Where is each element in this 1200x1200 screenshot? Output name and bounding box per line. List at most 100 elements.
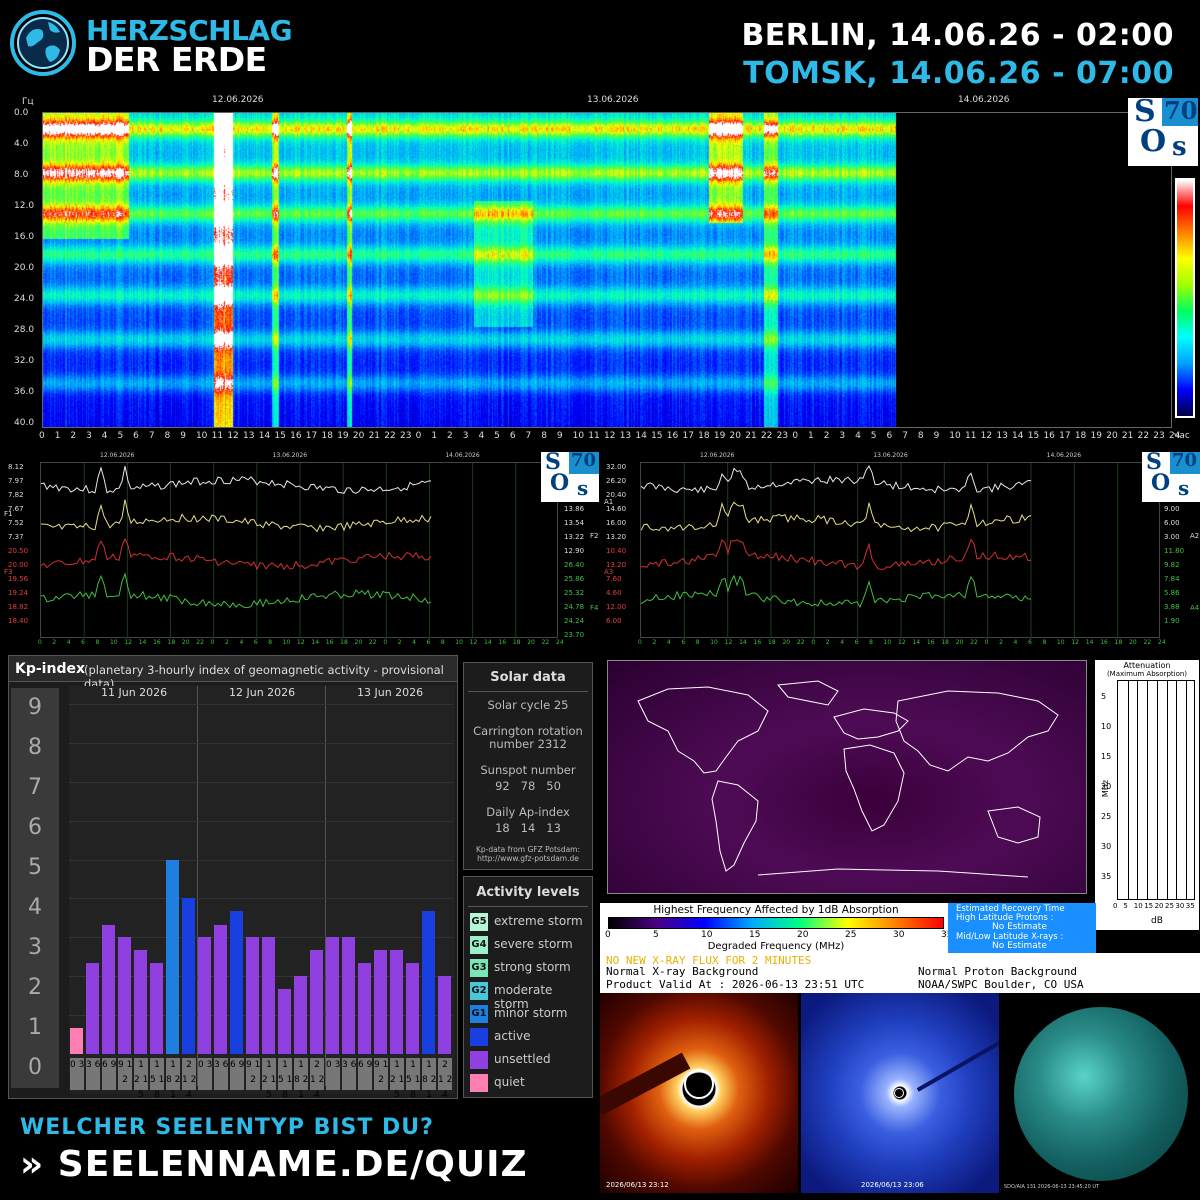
atten-grid-line xyxy=(1185,681,1187,899)
kp-level-label: 3 xyxy=(11,928,59,968)
product-valid: Product Valid At : 2026-06-13 23:51 UTC xyxy=(606,978,865,991)
drap-tick: 5 xyxy=(653,930,659,940)
kp-slot-label: 0 3 xyxy=(326,1058,340,1090)
spec-x-tick: 14 xyxy=(635,431,647,441)
axis-tick: 11.80 xyxy=(1164,547,1185,555)
kp-slot-label: 6 9 xyxy=(230,1058,244,1090)
spec-x-tick: 10 xyxy=(195,431,208,441)
kp-day-label: 11 Jun 2026 xyxy=(101,686,168,699)
spec-y-tick: 20.0 xyxy=(14,263,35,273)
amplitude-chart-svg xyxy=(640,463,1119,639)
xray-background: Normal X-ray Background xyxy=(606,965,759,978)
axis-tick: 6.00 xyxy=(1164,519,1180,527)
chart-x-tick: 8 xyxy=(268,639,273,646)
activity-label: active xyxy=(494,1029,531,1043)
kp-level-label: 8 xyxy=(11,728,59,768)
axis-tick: 3.88 xyxy=(1164,603,1180,611)
chart-x-tick: 6 xyxy=(681,639,686,646)
spec-x-tick: 18 xyxy=(321,431,333,441)
series-line xyxy=(40,466,432,494)
spec-x-tick: 23 xyxy=(776,431,789,441)
series-line xyxy=(640,464,1032,494)
spec-x-tick: 16 xyxy=(290,431,302,441)
spec-x-tick: 20 xyxy=(352,431,365,441)
chart-date: 12.06.2026 xyxy=(700,452,735,459)
chart-x-tick: 8 xyxy=(95,639,100,646)
kp-level-label: 7 xyxy=(11,768,59,808)
chart-x-tick: 6 xyxy=(854,639,859,646)
kp-bar xyxy=(134,950,147,1054)
occulter-small xyxy=(894,1088,904,1098)
axis-tick: 13.22 xyxy=(564,533,585,541)
kp-slot-label: 6 9 xyxy=(358,1058,372,1090)
drap-scale-ticks: 0 5 10 15 20 25 30 35 xyxy=(605,930,952,941)
chart-x-tick: 0 xyxy=(383,639,388,646)
spec-x-tick: 19 xyxy=(1090,431,1102,441)
proton-background: Normal Proton Background xyxy=(918,965,1077,978)
axis-tick: 7.84 xyxy=(1164,575,1180,583)
drap-scale-label: Degraded Frequency (MHz) xyxy=(707,941,845,952)
spec-x-tick: 9 xyxy=(933,431,940,441)
kp-chart: 11 Jun 2026 12 Jun 2026 13 Jun 2026 0 33 66… xyxy=(69,686,455,1100)
activity-item: G3 strong storm xyxy=(470,957,590,977)
chart-x-tick: 18 xyxy=(340,639,348,646)
sos70-logo-freq: S 70 Os xyxy=(541,449,599,502)
series-line xyxy=(640,501,1032,533)
spec-x-tick: 0 xyxy=(415,431,422,441)
chart-x-tick: 2 xyxy=(52,639,57,646)
spec-x-tick: 13 xyxy=(243,431,255,441)
lasco-c2-image: 2026/06/13 23:12 xyxy=(600,993,798,1193)
axis-tick: 12.00 xyxy=(606,603,627,611)
kp-level-label: 6 xyxy=(11,808,59,848)
aia-timestamp: SDO/AIA 131 2026-06-13 23:45:20 UT xyxy=(1004,1184,1100,1190)
kp-slot-label: 9 12 xyxy=(374,1058,388,1090)
lasco-c3-image: 2026/06/13 23:06 xyxy=(801,993,999,1193)
sdo-aia-131-image: SDO/AIA 131 2026-06-13 23:45:20 UT xyxy=(1002,993,1200,1193)
kp-grid-line xyxy=(69,704,453,705)
spec-x-tick: 5 xyxy=(870,431,877,441)
chart-x-tick: 10 xyxy=(282,639,291,646)
credit-line-2[interactable]: http://www.gfz-potsdam.de xyxy=(464,854,592,863)
series-label: F1 xyxy=(4,510,13,518)
activity-title: Activity levels xyxy=(476,885,580,900)
kp-slot-label: 12 15 xyxy=(134,1058,149,1100)
spec-x-tick: 8 xyxy=(917,431,924,441)
axis-tick: 14.60 xyxy=(606,505,627,513)
atten-x-tick: 10 xyxy=(1133,902,1143,910)
attenuation-chart: Attenuation (Maximum Absorption) 5 10 15 20… xyxy=(1095,660,1199,930)
spec-y-tick: 28.0 xyxy=(14,325,35,335)
activity-label: strong storm xyxy=(494,960,571,974)
chart-x-tick: 16 xyxy=(753,639,762,646)
activity-item: unsettled xyxy=(470,1049,590,1069)
kp-bar xyxy=(390,950,403,1054)
atten-x-tick: 30 xyxy=(1175,902,1185,910)
kp-bar xyxy=(214,924,227,1054)
atten-y-tick: 25 xyxy=(1101,812,1112,821)
axis-tick: 20.50 xyxy=(8,547,29,555)
kp-bar xyxy=(198,937,211,1054)
spec-x-tick: 20 xyxy=(729,431,741,441)
frequency-left-axis: 8.12 7.97 7.82 7.67 7.52 7.37 20.50 20.00 19.56 1… xyxy=(4,462,40,640)
spec-x-tick: 15 xyxy=(274,431,286,441)
chart-x-tick: 4 xyxy=(412,639,416,646)
activity-swatch xyxy=(470,1074,488,1092)
spec-x-tick: 15 xyxy=(651,431,663,441)
spec-x-tick: 3 xyxy=(462,431,469,441)
spec-x-tick: 1 xyxy=(808,431,814,441)
spec-x-tick: 5 xyxy=(117,431,124,441)
axis-tick: 7.60 xyxy=(606,575,622,583)
chart-x-tick: 10 xyxy=(1056,639,1065,646)
axis-tick: 1.90 xyxy=(1164,617,1180,625)
chart-x-tick: 0 xyxy=(210,639,215,646)
kp-slot-label: 15 18 xyxy=(150,1058,165,1100)
spec-x-tick: 2 xyxy=(70,431,77,441)
axis-tick: 25.32 xyxy=(564,589,585,597)
kp-day-label: 13 Jun 2026 xyxy=(357,686,424,699)
axis-tick: 13.20 xyxy=(606,533,627,541)
drap-tick: 10 xyxy=(701,930,713,940)
activity-swatch: G3 xyxy=(470,959,488,977)
quiz-link[interactable]: » SEELENNAME.DE/QUIZ xyxy=(20,1144,528,1185)
spec-x-tick: 5 xyxy=(494,431,500,441)
spec-x-tick: 10 xyxy=(572,431,585,441)
kp-slot-label: 21 24 xyxy=(438,1058,453,1100)
